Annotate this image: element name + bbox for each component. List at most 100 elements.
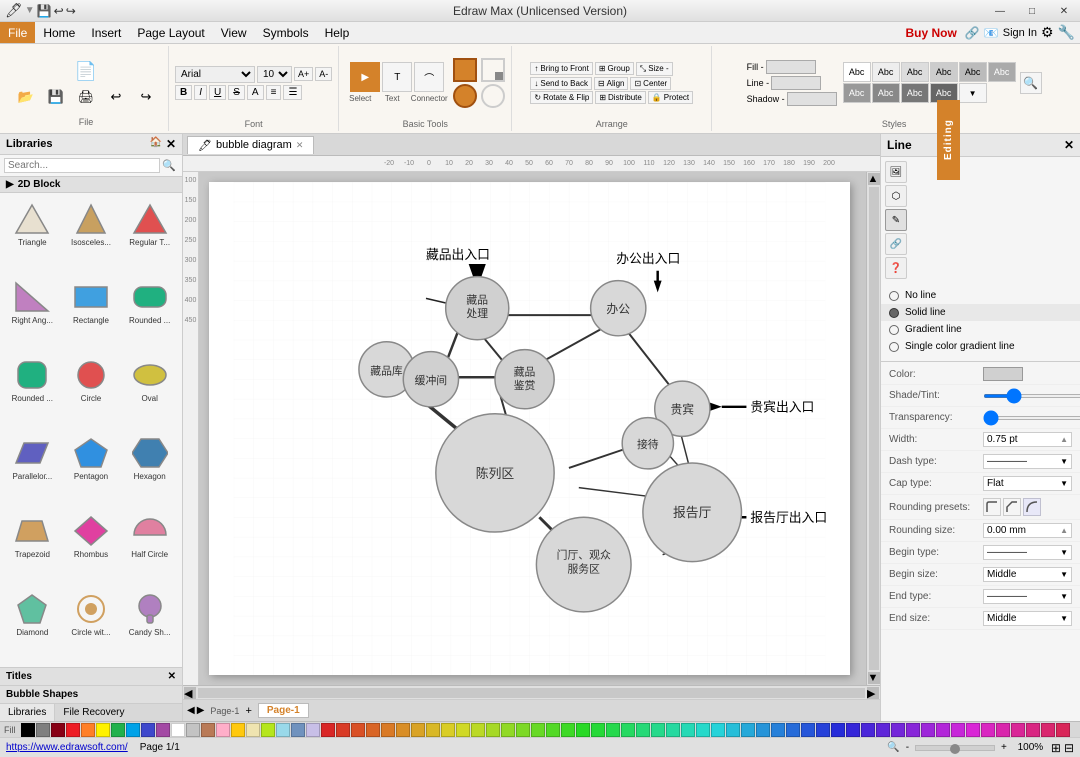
menu-home[interactable]: Home	[35, 22, 83, 43]
color-swatch-item[interactable]	[36, 723, 50, 737]
color-swatch-extra[interactable]	[321, 723, 335, 737]
color-swatch-extra[interactable]	[861, 723, 875, 737]
color-swatch-extra[interactable]	[531, 723, 545, 737]
shape-circle-with[interactable]: Circle wit...	[63, 587, 120, 663]
shape-rounded-square[interactable]: Rounded ...	[4, 353, 61, 429]
bubble-shapes-section[interactable]: Bubble Shapes	[0, 685, 182, 703]
scroll-left-btn[interactable]: ◀	[184, 687, 196, 699]
font-size-select[interactable]: 10	[257, 66, 292, 83]
shape-parallelogram[interactable]: Parallelог...	[4, 431, 61, 507]
color-swatch-extra[interactable]	[816, 723, 830, 737]
page-nav-left[interactable]: ◀	[187, 705, 195, 716]
shape-diamond[interactable]: Diamond	[4, 587, 61, 663]
shape-regular-t[interactable]: Regular T...	[121, 197, 178, 273]
menu-insert[interactable]: Insert	[83, 22, 129, 43]
color-swatch-item[interactable]	[171, 723, 185, 737]
scroll-thumb[interactable]	[869, 187, 879, 670]
color-swatch-item[interactable]	[246, 723, 260, 737]
color-swatch[interactable]	[983, 367, 1023, 381]
line-btn[interactable]	[771, 76, 821, 90]
rotate-flip-btn[interactable]: ↻Rotate & Flip	[530, 91, 593, 104]
style-swatch-8[interactable]: Abc	[872, 83, 900, 103]
color-swatch-item[interactable]	[186, 723, 200, 737]
titles-close-btn[interactable]: ✕	[168, 671, 176, 682]
scrollbar-horizontal[interactable]: ◀ ▶	[183, 685, 880, 699]
color-swatch-item[interactable]	[276, 723, 290, 737]
color-swatch-item[interactable]	[156, 723, 170, 737]
page-nav-right[interactable]: ▶	[197, 705, 205, 716]
end-type-value[interactable]: ———— ▼	[983, 589, 1072, 604]
color-swatch-extra[interactable]	[771, 723, 785, 737]
panel-icon-2[interactable]: ⬡	[885, 185, 907, 207]
panel-icon-4[interactable]: 🔗	[885, 233, 907, 255]
scroll-down-btn[interactable]: ▼	[868, 672, 880, 684]
shape-circle-outline-btn[interactable]	[481, 84, 505, 108]
lib-search-icon[interactable]: 🔍	[160, 157, 178, 174]
page-tab-1[interactable]: Page-1	[258, 703, 309, 718]
color-swatch-extra[interactable]	[711, 723, 725, 737]
color-swatch-extra[interactable]	[396, 723, 410, 737]
style-swatch-5[interactable]: Abc	[959, 62, 987, 82]
panel-icon-5[interactable]: ❓	[885, 257, 907, 279]
color-swatch-extra[interactable]	[576, 723, 590, 737]
cap-value[interactable]: Flat ▼	[983, 476, 1072, 491]
color-swatch-item[interactable]	[81, 723, 95, 737]
menu-page-layout[interactable]: Page Layout	[129, 22, 212, 43]
color-swatch-extra[interactable]	[621, 723, 635, 737]
style-swatch-9[interactable]: Abc	[901, 83, 929, 103]
align-btn[interactable]: ⊟Align	[594, 77, 629, 90]
shape-rectangle[interactable]: Rectangle	[63, 275, 120, 351]
page-add-btn[interactable]: +	[245, 705, 251, 717]
color-swatch-extra[interactable]	[1056, 723, 1070, 737]
color-swatch-extra[interactable]	[366, 723, 380, 737]
color-swatch-item[interactable]	[201, 723, 215, 737]
select-tool-btn[interactable]: ▶	[350, 62, 380, 92]
color-swatch-extra[interactable]	[681, 723, 695, 737]
shape-oval[interactable]: Oval	[121, 353, 178, 429]
width-input[interactable]	[987, 434, 1058, 445]
menu-file[interactable]: File	[0, 22, 35, 43]
shade-slider[interactable]	[983, 394, 1080, 398]
shape-rounded-rect[interactable]: Rounded ...	[121, 275, 178, 351]
color-swatch-extra[interactable]	[1011, 723, 1025, 737]
color-swatch-extra[interactable]	[996, 723, 1010, 737]
lib-section-2d-block[interactable]: ▶ 2D Block	[0, 177, 182, 193]
color-swatch-extra[interactable]	[411, 723, 425, 737]
color-swatch-extra[interactable]	[591, 723, 605, 737]
color-swatch-extra[interactable]	[696, 723, 710, 737]
zoom-icon-2[interactable]: ⊞	[1051, 741, 1061, 755]
shape-rhombus[interactable]: Rhombus	[63, 509, 120, 585]
begin-type-value[interactable]: ———— ▼	[983, 545, 1072, 560]
menu-view[interactable]: View	[213, 22, 255, 43]
font-inc-btn[interactable]: A+	[294, 67, 313, 81]
zoom-thumb[interactable]	[950, 744, 960, 754]
shape-circle-btn[interactable]	[453, 84, 477, 108]
shape-circle[interactable]: Circle	[63, 353, 120, 429]
bring-front-btn[interactable]: ↑Bring to Front	[530, 62, 592, 75]
color-swatch-item[interactable]	[96, 723, 110, 737]
color-swatch-extra[interactable]	[801, 723, 815, 737]
main-canvas[interactable]: 藏品出入口 办公出入口 贵宾出入口 报告厅出入口	[199, 172, 880, 685]
canvas-drawing-area[interactable]: 藏品出入口 办公出入口 贵宾出入口 报告厅出入口	[209, 182, 850, 675]
zoom-slider[interactable]	[915, 745, 995, 751]
align-center-btn[interactable]: ≡	[266, 85, 282, 100]
color-swatch-extra[interactable]	[786, 723, 800, 737]
color-swatch-extra[interactable]	[921, 723, 935, 737]
rounding-preset-3[interactable]	[1023, 498, 1041, 516]
minimize-button[interactable]: —	[984, 0, 1016, 22]
color-swatch-extra[interactable]	[636, 723, 650, 737]
shape-pentagon[interactable]: Pentagon	[63, 431, 120, 507]
shape-half-circle[interactable]: Half Circle	[121, 509, 178, 585]
color-swatch-extra[interactable]	[651, 723, 665, 737]
color-swatch-extra[interactable]	[486, 723, 500, 737]
menu-help[interactable]: Help	[317, 22, 358, 43]
color-swatch-extra[interactable]	[516, 723, 530, 737]
style-swatch-4[interactable]: Abc	[930, 62, 958, 82]
rounding-size-input[interactable]	[987, 525, 1060, 536]
panel-icon-1[interactable]: 🖼	[885, 161, 907, 183]
color-swatch-extra[interactable]	[981, 723, 995, 737]
color-swatch-extra[interactable]	[846, 723, 860, 737]
color-swatch-extra[interactable]	[381, 723, 395, 737]
close-button[interactable]: ✕	[1048, 0, 1080, 22]
titles-section[interactable]: Titles ✕	[0, 667, 182, 685]
